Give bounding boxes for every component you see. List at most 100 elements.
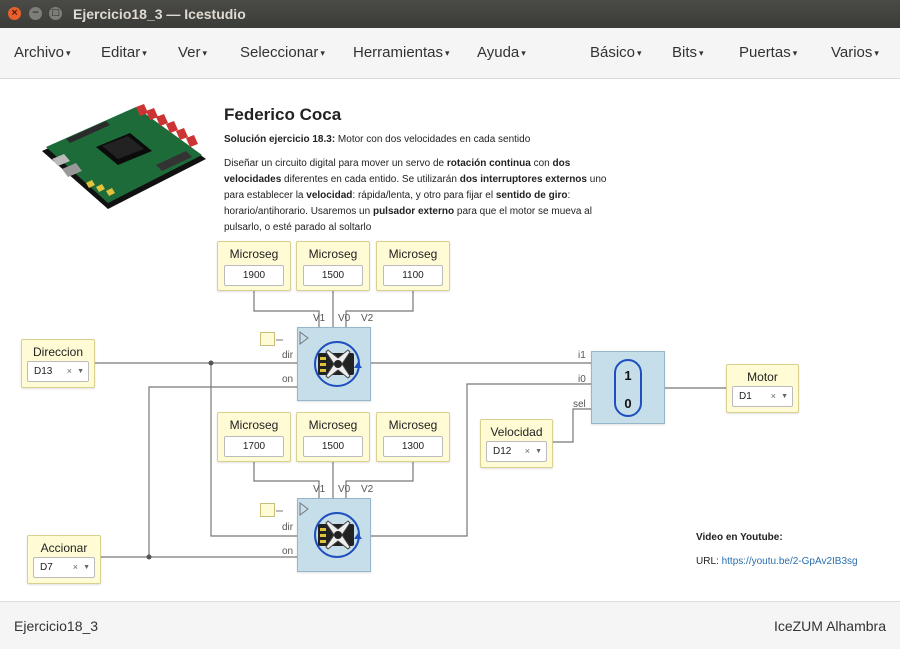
input-pin-direccion[interactable]: Direccion D13 × ▼ xyxy=(21,339,95,388)
constant-value-field[interactable]: 1500 xyxy=(303,436,363,457)
input-pin-velocidad[interactable]: Velocidad D12 × ▼ xyxy=(480,419,553,468)
junction-dot xyxy=(208,360,214,366)
menu-puertas[interactable]: Puertas ▾ xyxy=(739,44,797,61)
doc-text: : rápida/lenta, y otro para fijar el xyxy=(352,190,496,201)
port-label-on: on xyxy=(282,374,294,385)
minimize-window-button[interactable]: − xyxy=(29,7,42,20)
doc-subtitle: Solución ejercicio 18.3: Motor con dos v… xyxy=(224,134,530,145)
chevron-down-icon[interactable]: ▼ xyxy=(781,387,788,406)
port-label-i1: i1 xyxy=(578,350,586,361)
menu-label: Básico xyxy=(590,44,636,61)
doc-title: Federico Coca xyxy=(224,105,342,124)
menu-varios[interactable]: Varios ▾ xyxy=(831,44,879,61)
servo-block[interactable] xyxy=(297,498,371,572)
constant-value-field[interactable]: 1500 xyxy=(303,265,363,286)
constant-value-field[interactable]: 1300 xyxy=(383,436,443,457)
menu-basico[interactable]: Básico ▾ xyxy=(590,44,642,61)
port-label-sel: sel xyxy=(573,399,586,410)
board-name[interactable]: IceZUM Alhambra xyxy=(774,618,886,634)
clear-icon[interactable]: × xyxy=(525,442,530,461)
design-canvas[interactable]: Federico Coca Solución ejercicio 18.3: M… xyxy=(0,79,900,601)
doc-text-bold: pulsador externo xyxy=(372,206,455,217)
close-window-button[interactable]: × xyxy=(8,7,21,20)
caret-down-icon: ▾ xyxy=(445,47,450,58)
output-pin-motor[interactable]: Motor D1 × ▼ xyxy=(726,364,799,413)
constant-block[interactable]: Microseg 1100 xyxy=(376,241,450,291)
url-label: URL: xyxy=(696,556,719,567)
menu-ver[interactable]: Ver ▾ xyxy=(178,44,207,61)
servo-block[interactable] xyxy=(297,327,371,401)
chevron-down-icon[interactable]: ▼ xyxy=(77,362,84,381)
menu-label: Ver xyxy=(178,44,201,61)
port-label-v0: V0 xyxy=(338,313,351,324)
menu-ayuda[interactable]: Ayuda ▾ xyxy=(477,44,526,61)
caret-down-icon: ▾ xyxy=(66,47,71,58)
mux-input-0-label: 0 xyxy=(624,396,632,411)
caret-down-icon: ▾ xyxy=(142,47,147,58)
block-label: Microseg xyxy=(308,247,358,261)
pin-select[interactable]: D1 × ▼ xyxy=(732,386,793,407)
doc-body: Diseñar un circuito digital para mover u… xyxy=(224,156,624,236)
servo-motor-icon xyxy=(299,331,362,387)
block-label: Microseg xyxy=(229,247,279,261)
wire xyxy=(253,462,320,498)
port-label-on: on xyxy=(282,546,294,557)
chevron-down-icon[interactable]: ▼ xyxy=(535,442,542,461)
doc-text-bold: rotación continua xyxy=(446,158,531,169)
pin-select[interactable]: D13 × ▼ xyxy=(27,361,89,382)
mux-symbol: 1 0 xyxy=(614,359,642,417)
status-bar: Ejercicio18_3 IceZUM Alhambra xyxy=(0,601,900,649)
window-titlebar: × − □ Ejercicio18_3 — Icestudio xyxy=(0,0,900,28)
pin-value: D13 xyxy=(34,366,53,377)
youtube-link[interactable]: https://youtu.be/2-GpAv2IB3sg xyxy=(722,556,858,567)
pin-select[interactable]: D12 × ▼ xyxy=(486,441,547,462)
port-label-v1: V1 xyxy=(313,313,326,324)
port-label-v0: V0 xyxy=(338,484,351,495)
doc-subtitle-text: Motor con dos velocidades en cada sentid… xyxy=(335,134,531,145)
caret-down-icon: ▾ xyxy=(320,47,325,58)
caret-down-icon: ▾ xyxy=(699,47,704,58)
block-label: Motor xyxy=(747,370,778,384)
wire xyxy=(253,291,320,327)
constant-value-field[interactable]: 1900 xyxy=(224,265,284,286)
menu-label: Archivo xyxy=(14,44,65,61)
doc-text: diferentes en cada entido. Se utilizarán xyxy=(281,174,460,185)
maximize-window-button[interactable]: □ xyxy=(49,7,62,20)
clock-input-box[interactable] xyxy=(260,332,275,346)
port-label-v2: V2 xyxy=(361,484,374,495)
chevron-down-icon[interactable]: ▼ xyxy=(83,558,90,577)
menu-seleccionar[interactable]: Seleccionar ▾ xyxy=(240,44,325,61)
block-label: Microseg xyxy=(388,418,438,432)
constant-value-field[interactable]: 1700 xyxy=(224,436,284,457)
wire xyxy=(553,408,591,443)
menu-archivo[interactable]: Archivo ▾ xyxy=(14,44,71,61)
menu-editar[interactable]: Editar ▾ xyxy=(101,44,147,61)
clear-icon[interactable]: × xyxy=(73,558,78,577)
block-label: Microseg xyxy=(229,418,279,432)
mux-input-1-label: 1 xyxy=(624,368,632,383)
menu-bits[interactable]: Bits ▾ xyxy=(672,44,704,61)
pin-select[interactable]: D7 × ▼ xyxy=(33,557,95,578)
clear-icon[interactable]: × xyxy=(771,387,776,406)
clock-input-box[interactable] xyxy=(260,503,275,517)
servo-motor-icon xyxy=(299,502,362,558)
constant-block[interactable]: Microseg 1300 xyxy=(376,412,450,462)
project-name: Ejercicio18_3 xyxy=(14,618,99,634)
input-pin-accionar[interactable]: Accionar D7 × ▼ xyxy=(27,535,101,584)
wire xyxy=(345,462,414,498)
constant-block[interactable]: Microseg 1700 xyxy=(217,412,291,462)
constant-block[interactable]: Microseg 1900 xyxy=(217,241,291,291)
block-label: Accionar xyxy=(40,541,88,555)
constant-value-field[interactable]: 1100 xyxy=(383,265,443,286)
caret-down-icon: ▾ xyxy=(521,47,526,58)
wire xyxy=(345,291,414,327)
clock-arrow-icon xyxy=(276,339,283,341)
constant-block[interactable]: Microseg 1500 xyxy=(296,412,370,462)
clock-arrow-icon xyxy=(276,510,283,512)
doc-text-bold: velocidad xyxy=(306,190,353,201)
constant-block[interactable]: Microseg 1500 xyxy=(296,241,370,291)
clear-icon[interactable]: × xyxy=(67,362,72,381)
menu-herramientas[interactable]: Herramientas ▾ xyxy=(353,44,450,61)
mux-block[interactable]: 1 0 xyxy=(591,351,665,424)
port-label-v2: V2 xyxy=(361,313,374,324)
